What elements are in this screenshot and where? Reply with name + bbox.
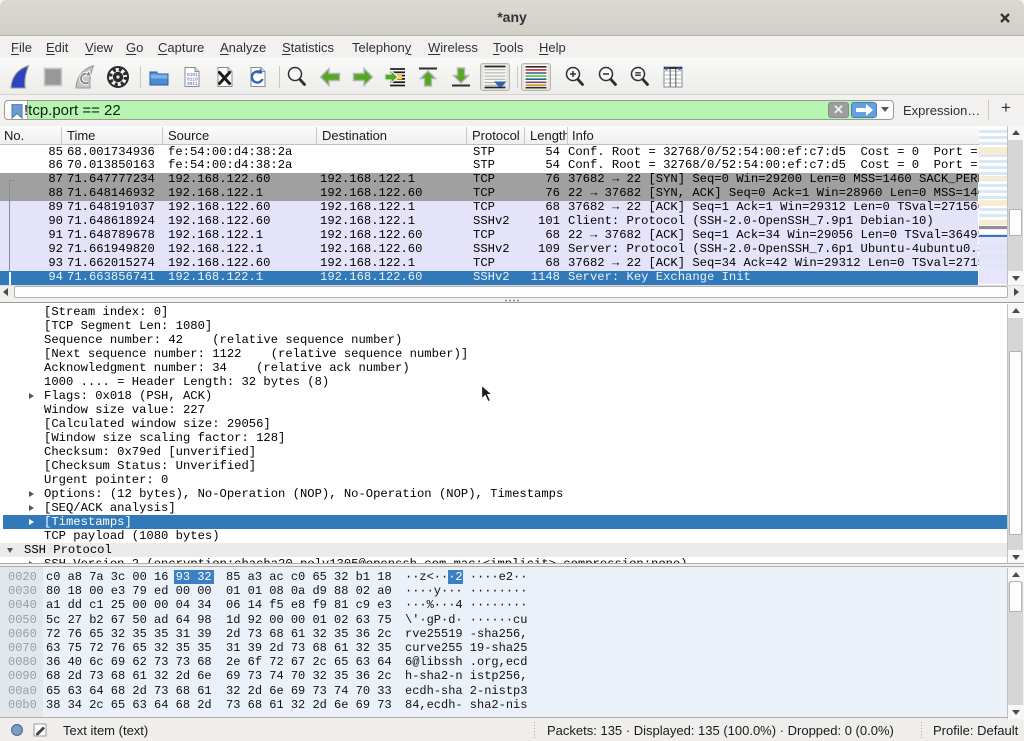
svg-text:0011: 0011 bbox=[187, 81, 198, 87]
